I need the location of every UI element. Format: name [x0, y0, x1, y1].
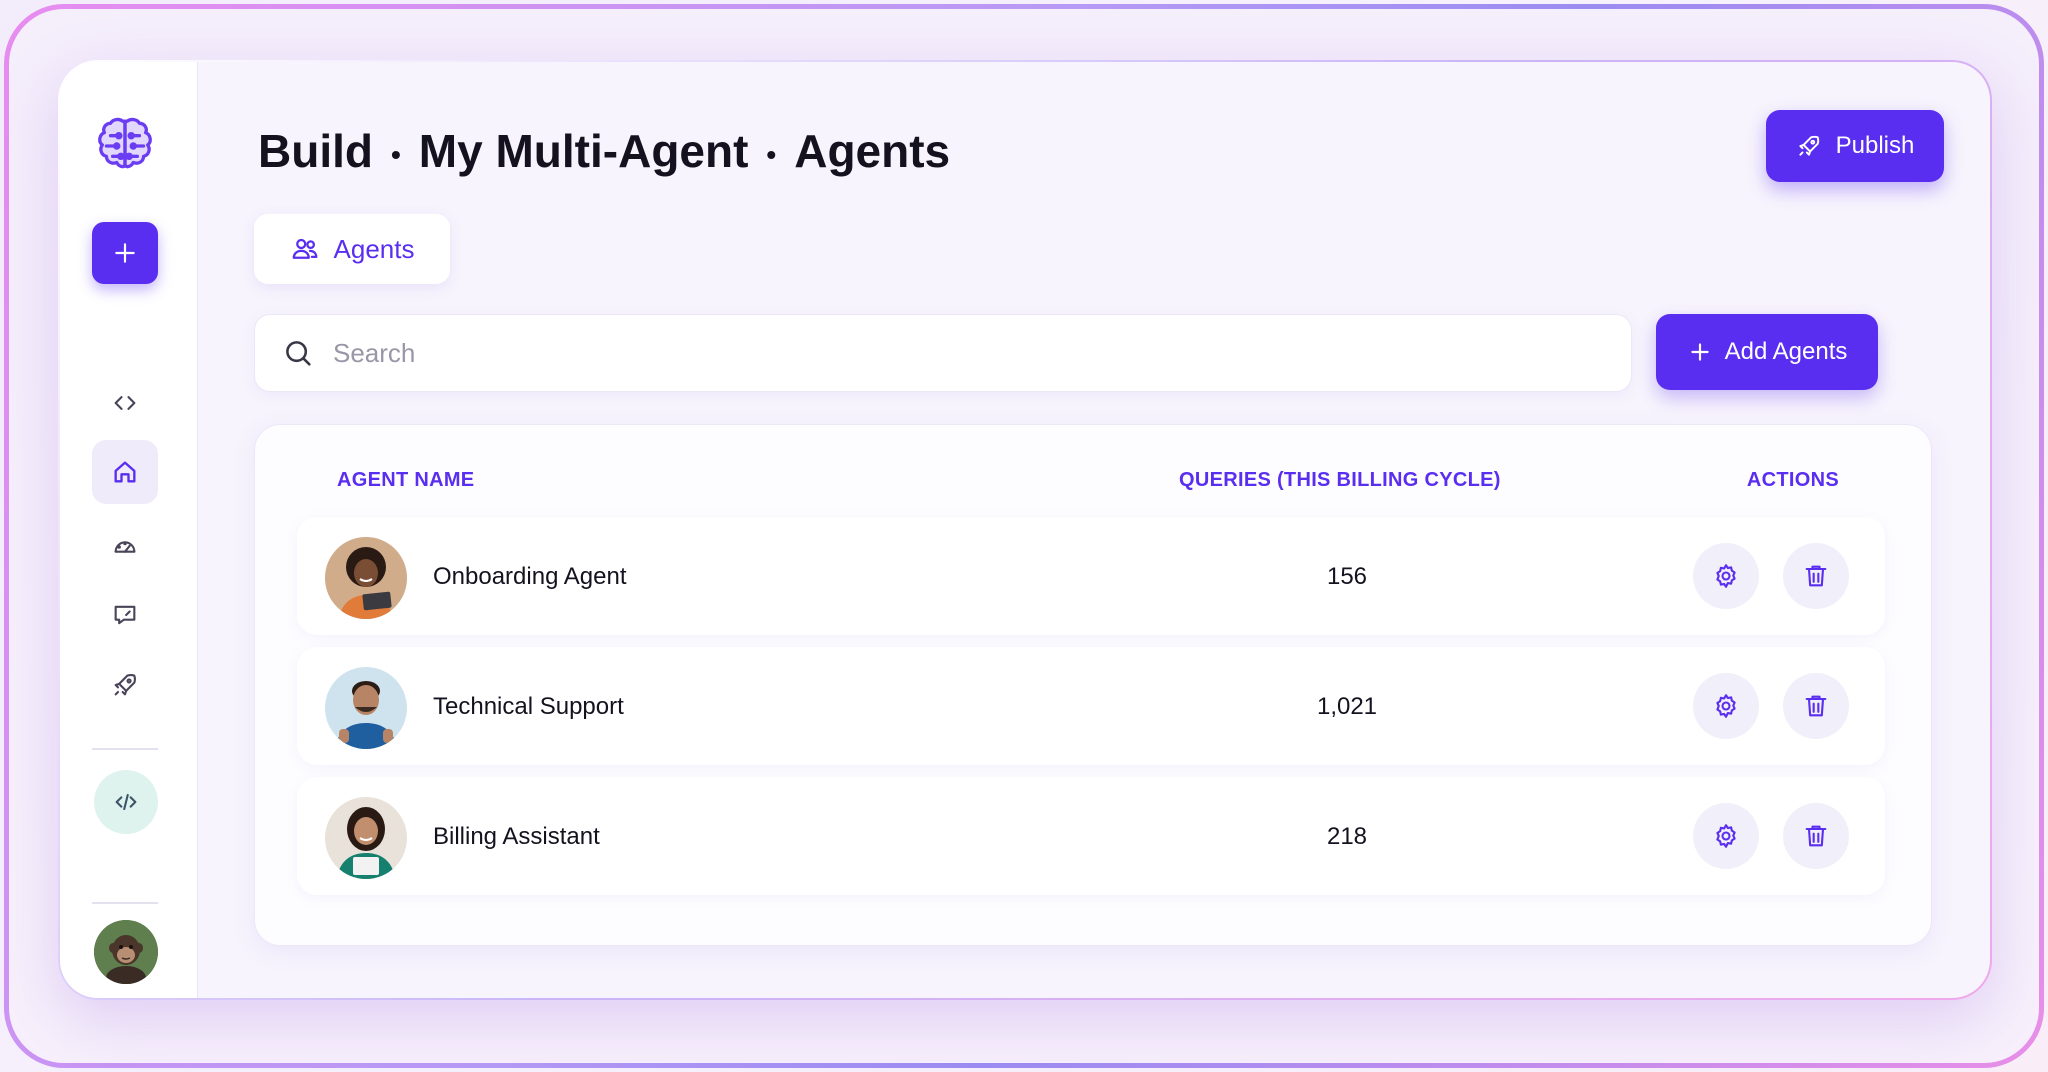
app-window: Build • My Multi-Agent • Agents Publish Agen…: [58, 60, 1992, 1000]
agent-queries: 1,021: [1316, 693, 1378, 720]
breadcrumb-project[interactable]: My Multi-Agent: [419, 125, 749, 177]
column-header-queries[interactable]: QUERIES (THIS BILLING CYCLE): [1179, 469, 1501, 492]
agent-queries: 218: [1326, 823, 1368, 850]
sidebar-item-home[interactable]: [92, 440, 158, 504]
rocket-icon: [114, 674, 136, 696]
breadcrumb-build[interactable]: Build: [258, 125, 373, 177]
search-box[interactable]: [254, 314, 1632, 392]
delete-button[interactable]: [1783, 803, 1849, 869]
users-icon: [292, 238, 317, 259]
gauge-icon: [114, 541, 136, 553]
agent-avatar: [325, 537, 407, 619]
column-header-actions: ACTIONS: [1746, 469, 1839, 491]
agents-table: AGENT NAME QUERIES (THIS BILLING CYCLE) …: [254, 424, 1932, 946]
gear-icon: [1716, 824, 1736, 848]
gear-icon: [1716, 564, 1736, 588]
sidebar-divider: [92, 748, 158, 750]
settings-button[interactable]: [1693, 543, 1759, 609]
sidebar-item-code[interactable]: [92, 372, 158, 434]
agent-name: Onboarding Agent: [433, 563, 627, 590]
code-slash-icon: [115, 793, 137, 811]
agent-name: Technical Support: [433, 693, 624, 720]
trash-icon: [1805, 565, 1827, 587]
sidebar-item-deploy[interactable]: [92, 654, 158, 716]
main-content: Build • My Multi-Agent • Agents Publish Agen…: [198, 62, 1990, 998]
create-button[interactable]: [92, 222, 158, 284]
tab-label: Agents: [333, 233, 415, 264]
search-input[interactable]: [333, 337, 1533, 369]
delete-button[interactable]: [1783, 673, 1849, 739]
plus-icon: [115, 243, 135, 263]
settings-button[interactable]: [1693, 673, 1759, 739]
sidebar-item-analytics[interactable]: [92, 516, 158, 578]
breadcrumb-current: Agents: [794, 125, 951, 177]
user-avatar[interactable]: [94, 920, 158, 984]
agent-avatar: [325, 797, 407, 879]
delete-button[interactable]: [1783, 543, 1849, 609]
agent-name: Billing Assistant: [433, 823, 600, 850]
sidebar-item-chat[interactable]: [92, 584, 158, 646]
table-row[interactable]: Technical Support 1,021: [297, 647, 1885, 765]
sidebar: [60, 62, 198, 998]
home-icon: [114, 461, 136, 483]
plus-icon: [1690, 343, 1709, 361]
table-row[interactable]: Billing Assistant 218: [297, 777, 1885, 895]
trash-icon: [1805, 695, 1827, 717]
code-brackets-icon: [114, 396, 136, 410]
breadcrumb-separator: •: [390, 138, 401, 170]
sidebar-item-embed[interactable]: [94, 770, 158, 834]
add-agents-button[interactable]: Add Agents: [1656, 314, 1878, 390]
agent-queries: 156: [1326, 563, 1368, 590]
search-icon: [286, 341, 311, 366]
sidebar-divider: [92, 902, 158, 904]
gear-icon: [1716, 694, 1736, 718]
tab-agents[interactable]: Agents: [254, 214, 450, 284]
table-row[interactable]: Onboarding Agent 156: [297, 517, 1885, 635]
publish-label: Publish: [1835, 132, 1915, 159]
agent-avatar: [325, 667, 407, 749]
publish-button[interactable]: Publish: [1766, 110, 1944, 182]
trash-icon: [1805, 825, 1827, 847]
rocket-icon: [1798, 135, 1819, 156]
page-title: Build • My Multi-Agent • Agents: [258, 124, 950, 178]
add-agents-label: Add Agents: [1724, 338, 1848, 365]
brain-logo-icon[interactable]: [92, 110, 158, 182]
column-header-agent-name[interactable]: AGENT NAME: [337, 469, 474, 492]
breadcrumb-separator: •: [766, 138, 777, 170]
settings-button[interactable]: [1693, 803, 1759, 869]
chat-icon: [114, 605, 136, 625]
